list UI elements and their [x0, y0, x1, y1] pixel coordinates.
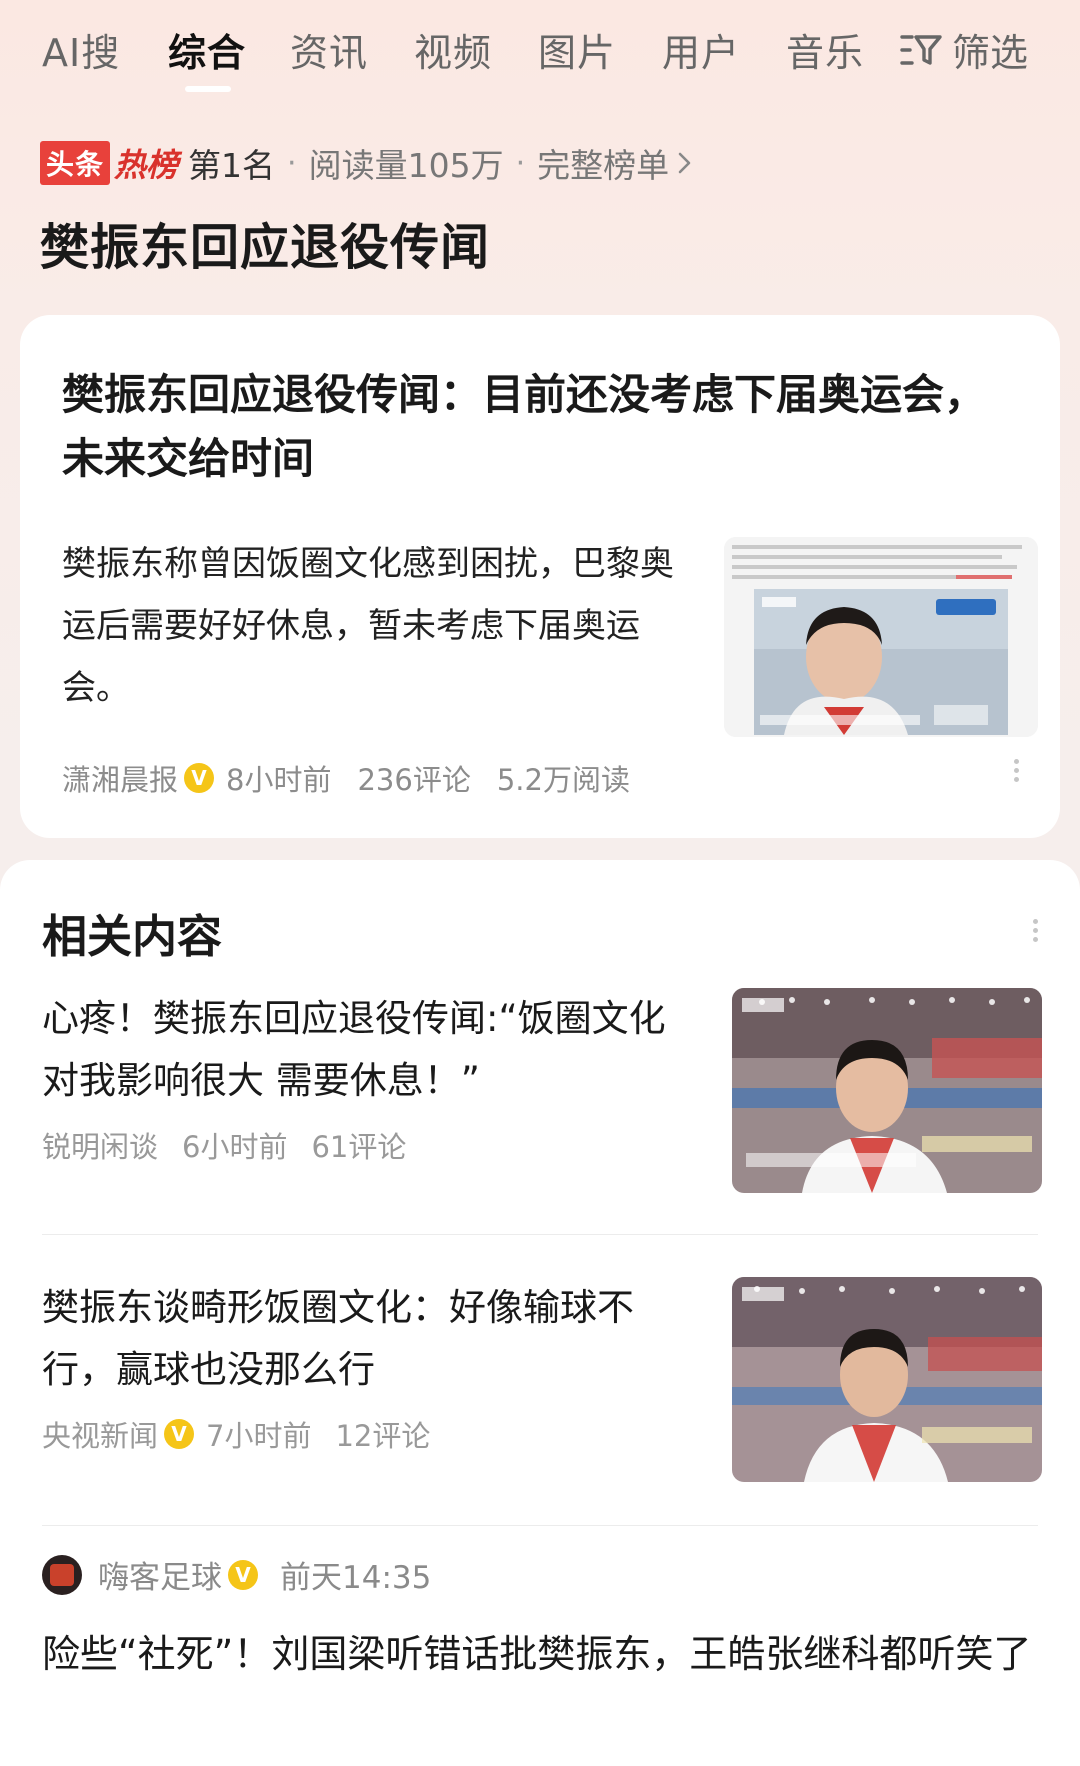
search-tabs: AI搜 综合 资讯 视频 图片 用户 音乐 筛选: [0, 0, 1080, 100]
toutiao-badge: 头条: [40, 141, 111, 185]
active-tab-indicator: [185, 86, 231, 92]
article-abstract[interactable]: 樊振东称曾因饭圈文化感到困扰，巴黎奥运后需要好好休息，暂未考虑下届奥运会。: [62, 533, 682, 719]
top-article-card[interactable]: 樊振东回应退役传闻：目前还没考虑下届奥运会，未来交给时间 樊振东称曾因饭圈文化感…: [20, 315, 1060, 838]
tab-images[interactable]: 图片: [538, 22, 616, 77]
filter-label: 筛选: [952, 31, 1029, 75]
publish-time: 7小时前: [206, 1419, 312, 1453]
publish-time: 8小时前: [226, 763, 332, 797]
comment-count: 236评论: [357, 763, 471, 797]
source-name[interactable]: 央视新闻: [42, 1413, 158, 1455]
thumbnail-image: [732, 1277, 1042, 1482]
tab-music[interactable]: 音乐: [786, 22, 864, 77]
verified-badge-icon: V: [164, 1419, 195, 1449]
related-item[interactable]: 心疼！樊振东回应退役传闻:“饭圈文化对我影响很大 需要休息！” 锐明闲谈 6小时…: [42, 988, 1042, 1198]
tab-ai-search[interactable]: AI搜: [42, 22, 120, 77]
thumbnail-image: [724, 537, 1038, 737]
filter-icon: [900, 34, 942, 65]
article-meta: 潇湘晨报 V 8小时前 236评论 5.2万阅读: [62, 757, 630, 799]
related-item-thumbnail[interactable]: [732, 1277, 1042, 1482]
more-options-icon[interactable]: [1033, 915, 1038, 946]
article-title[interactable]: 樊振东回应退役传闻：目前还没考虑下届奥运会，未来交给时间: [62, 363, 1002, 491]
source-name[interactable]: 锐明闲谈: [42, 1124, 158, 1166]
related-item-meta: 央视新闻 V 7小时前 12评论: [42, 1413, 430, 1455]
filter-button[interactable]: 筛选: [900, 22, 1028, 77]
tab-users[interactable]: 用户: [662, 22, 740, 77]
avatar[interactable]: [42, 1554, 82, 1595]
divider: [42, 1525, 1038, 1526]
related-item-thumbnail[interactable]: [732, 988, 1042, 1193]
post-author-row[interactable]: 嗨客足球 V 前天14:35: [42, 1552, 431, 1597]
topic-title[interactable]: 樊振东回应退役传闻: [40, 208, 490, 279]
author-name[interactable]: 嗨客足球: [98, 1552, 222, 1597]
related-item-meta: 锐明闲谈 6小时前 61评论: [42, 1124, 406, 1166]
separator: ·: [515, 145, 526, 181]
article-thumbnail[interactable]: [724, 537, 1038, 737]
read-count: 5.2万阅读: [496, 763, 630, 797]
comment-count: 12评论: [335, 1419, 431, 1453]
hot-read-count: 阅读量105万: [308, 146, 504, 185]
separator: ·: [287, 145, 297, 181]
verified-badge-icon: V: [184, 763, 215, 793]
tab-news[interactable]: 资讯: [290, 22, 368, 77]
hot-rank-position: 第1名: [188, 146, 276, 185]
divider: [42, 1234, 1038, 1235]
tab-video[interactable]: 视频: [414, 22, 492, 77]
comment-count: 61评论: [311, 1130, 407, 1164]
thumbnail-image: [732, 988, 1042, 1193]
hot-list-label: 热榜: [114, 146, 179, 184]
related-item-title[interactable]: 樊振东谈畸形饭圈文化：好像输球不行，赢球也没那么行: [42, 1277, 682, 1401]
post-title[interactable]: 险些“社死”！刘国梁听错话批樊振东，王皓张继科都听笑了: [42, 1623, 1042, 1685]
hot-rank-bar[interactable]: 头条 热榜 第1名 · 阅读量105万 · 完整榜单: [40, 138, 693, 188]
related-item-title[interactable]: 心疼！樊振东回应退役传闻:“饭圈文化对我影响很大 需要休息！”: [42, 988, 682, 1112]
full-list-link[interactable]: 完整榜单: [537, 139, 669, 187]
chevron-right-icon: [678, 152, 691, 174]
section-title: 相关内容: [42, 910, 223, 963]
tab-comprehensive[interactable]: 综合: [168, 22, 246, 77]
source-name[interactable]: 潇湘晨报: [62, 757, 178, 799]
publish-time: 6小时前: [182, 1130, 288, 1164]
post-time: 前天14:35: [280, 1560, 432, 1596]
more-options-icon[interactable]: [1014, 755, 1019, 786]
verified-badge-icon: V: [228, 1559, 258, 1590]
related-item[interactable]: 樊振东谈畸形饭圈文化：好像输球不行，赢球也没那么行 央视新闻 V 7小时前 12…: [42, 1277, 1042, 1487]
